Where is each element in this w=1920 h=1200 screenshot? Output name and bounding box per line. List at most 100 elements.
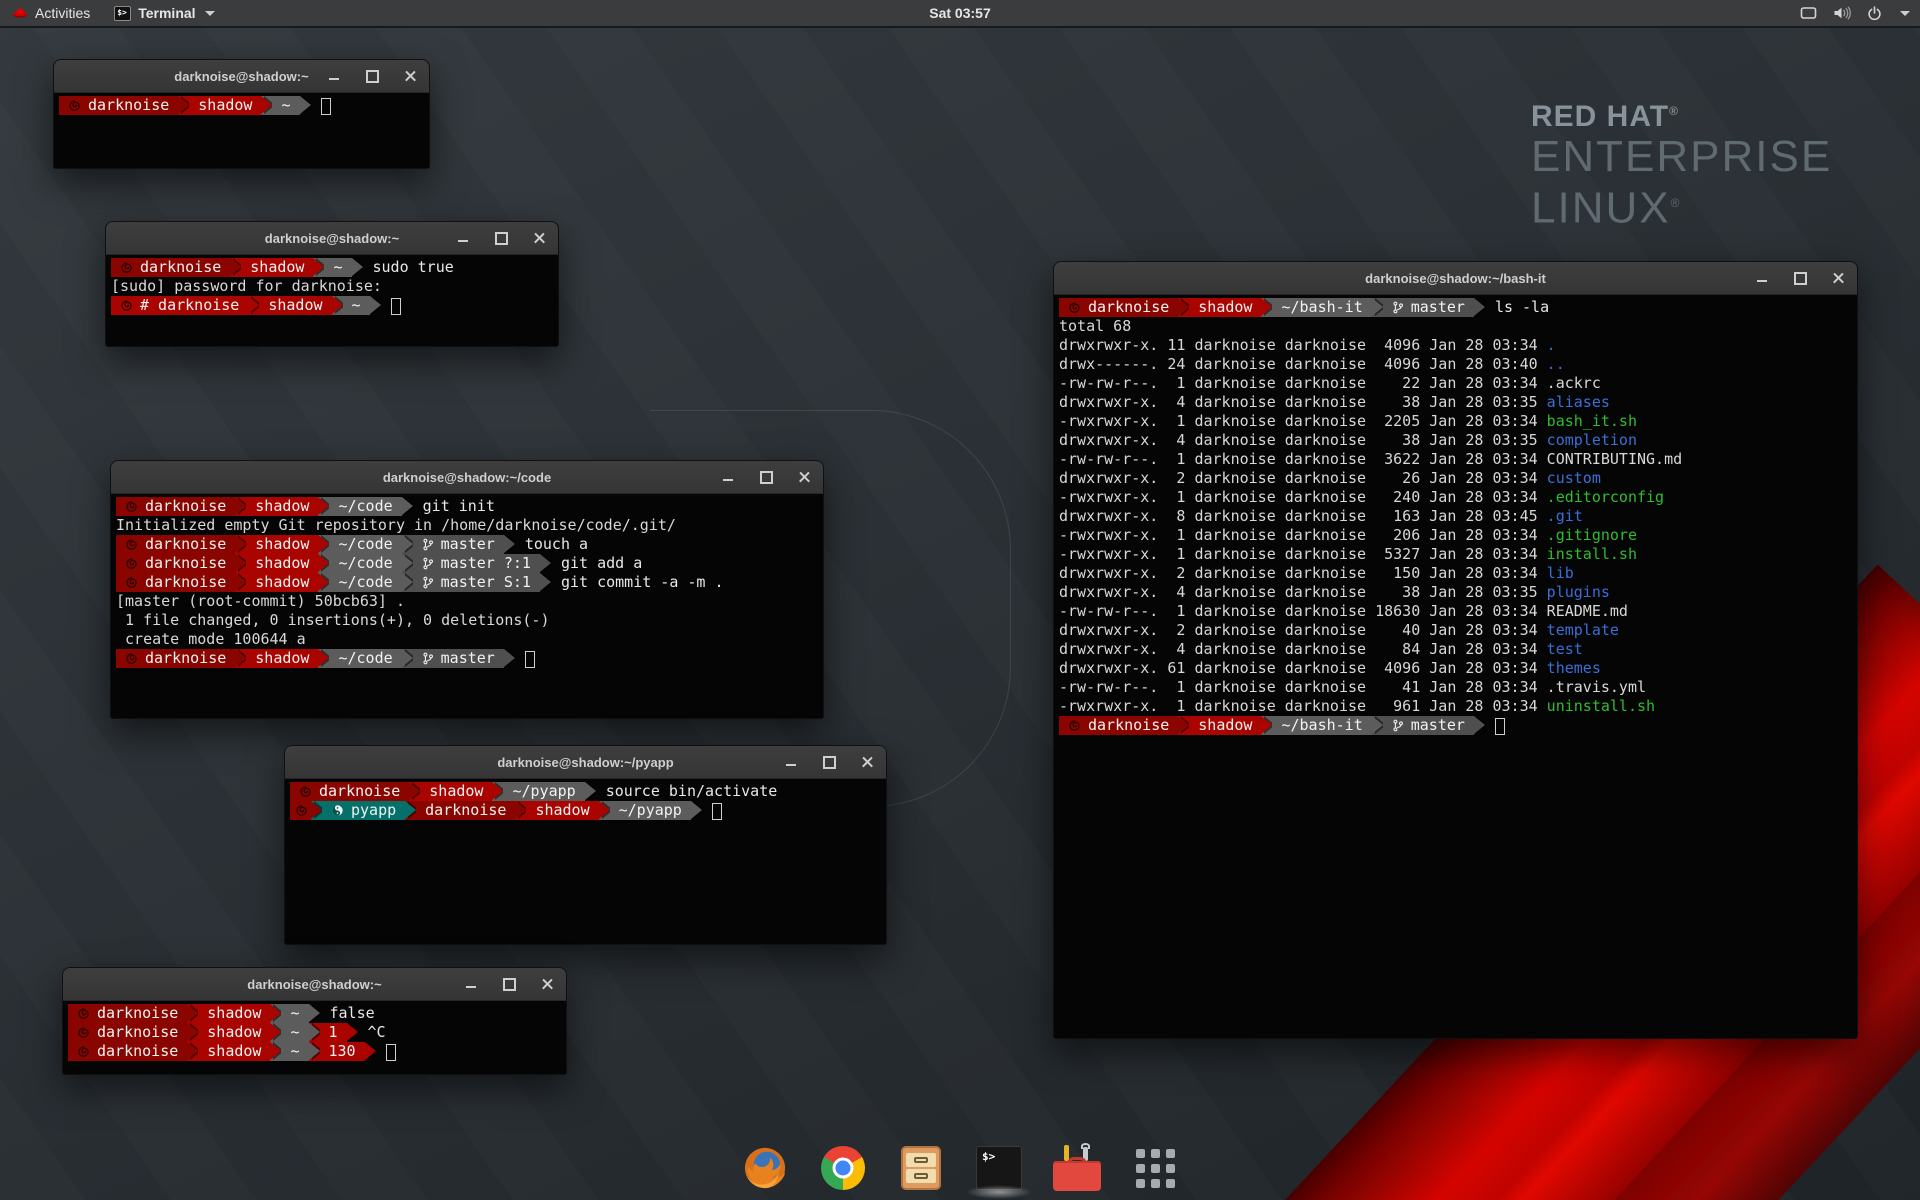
rhel-brand-logo: RED HAT® ENTERPRISE LINUX® — [1531, 100, 1832, 232]
terminal-window: darknoise@shadow:~/pyapp darknoiseshadow… — [284, 745, 887, 945]
dock-terminal[interactable]: $> — [974, 1142, 1024, 1194]
powerline-separator — [332, 296, 343, 315]
powerline-separator — [270, 1023, 281, 1042]
prompt-segment-path: ~/pyapp — [503, 782, 584, 801]
terminal-content[interactable]: darknoiseshadow~ — [54, 93, 429, 168]
powerline-separator — [311, 801, 322, 820]
command-text: git commit -a -m . — [551, 573, 724, 592]
prompt-segment-user: darknoise — [68, 1042, 187, 1061]
terminal-content[interactable]: darknoiseshadow~/pyappsource bin/activat… — [285, 779, 886, 944]
minimize-button[interactable] — [464, 977, 478, 991]
terminal-prompt-line: darknoiseshadow~/bash-itmasterls -la — [1059, 298, 1857, 317]
minimize-button[interactable] — [784, 755, 798, 769]
terminal-output-line: -rw-rw-r--. 1 darknoise darknoise 41 Jan… — [1059, 678, 1857, 697]
prompt-segment-user: darknoise — [116, 535, 235, 554]
powerline-separator — [235, 649, 246, 668]
prompt-glyph-icon — [295, 803, 308, 818]
powerline-separator — [540, 573, 551, 592]
minimize-button[interactable] — [327, 69, 341, 83]
terminal-app-icon: $> — [114, 6, 131, 21]
minimize-button[interactable] — [1755, 271, 1769, 285]
close-button[interactable] — [532, 231, 546, 245]
power-icon[interactable] — [1867, 6, 1882, 21]
terminal-prompt-line: darknoiseshadow~ — [59, 96, 429, 115]
terminal-output-line: drwxrwxr-x. 11 darknoise darknoise 4096 … — [1059, 336, 1857, 355]
dock-chrome[interactable] — [818, 1142, 868, 1194]
minimize-button[interactable] — [456, 231, 470, 245]
close-button[interactable] — [403, 69, 417, 83]
powerline-separator — [187, 1042, 198, 1061]
terminal-content[interactable]: darknoiseshadow~sudo true[sudo] password… — [106, 255, 558, 346]
git-branch-icon — [422, 556, 434, 571]
maximize-button[interactable] — [759, 470, 773, 484]
dock-toolbox[interactable] — [1052, 1142, 1102, 1194]
close-button[interactable] — [797, 470, 811, 484]
terminal-prompt-line: # darknoiseshadow~ — [111, 296, 558, 315]
dock-show-applications[interactable] — [1130, 1142, 1180, 1194]
window-titlebar[interactable]: darknoise@shadow:~ — [63, 968, 566, 1001]
chevron-down-icon — [205, 11, 215, 16]
close-button[interactable] — [540, 977, 554, 991]
redhat-logo-icon — [12, 5, 28, 22]
maximize-button[interactable] — [822, 755, 836, 769]
prompt-segment-path: ~ — [281, 1023, 308, 1042]
powerline-separator — [261, 96, 272, 115]
terminal-output-line: drwxrwxr-x. 8 darknoise darknoise 163 Ja… — [1059, 507, 1857, 526]
dock-files[interactable] — [896, 1142, 946, 1194]
window-titlebar[interactable]: darknoise@shadow:~/code — [111, 461, 823, 494]
maximize-button[interactable] — [365, 69, 379, 83]
dock-firefox[interactable] — [740, 1142, 790, 1194]
powerline-separator — [235, 535, 246, 554]
terminal-output-line: -rw-rw-r--. 1 darknoise darknoise 18630 … — [1059, 602, 1857, 621]
app-menu-button[interactable]: $> Terminal — [102, 0, 226, 26]
terminal-content[interactable]: darknoiseshadow~/bash-itmasterls -latota… — [1054, 295, 1857, 1038]
maximize-button[interactable] — [494, 231, 508, 245]
maximize-button[interactable] — [502, 977, 516, 991]
terminal-output-line: drwxrwxr-x. 61 darknoise darknoise 4096 … — [1059, 659, 1857, 678]
clock[interactable]: Sat 03:57 — [929, 5, 990, 21]
powerline-separator — [248, 296, 259, 315]
maximize-icon — [366, 70, 379, 83]
close-button[interactable] — [860, 755, 874, 769]
powerline-separator — [540, 554, 551, 573]
prompt-segment-path: ~/bash-it — [1272, 298, 1371, 317]
terminal-content[interactable]: darknoiseshadow~/codegit initInitialized… — [111, 494, 823, 718]
prompt-segment-path: ~/code — [329, 497, 401, 516]
volume-icon[interactable] — [1833, 6, 1851, 20]
prompt-segment-path: ~ — [272, 96, 299, 115]
prompt-segment-user: darknoise — [116, 554, 235, 573]
window-titlebar[interactable]: darknoise@shadow:~ — [106, 222, 558, 255]
terminal-prompt-line: darknoiseshadow~sudo true — [111, 258, 558, 277]
powerline-separator — [1178, 298, 1189, 317]
window-titlebar[interactable]: darknoise@shadow:~/bash-it — [1054, 262, 1857, 295]
app-menu-label: Terminal — [138, 5, 195, 21]
activities-button[interactable]: Activities — [0, 0, 102, 26]
command-text: git init — [413, 497, 495, 516]
minimize-icon — [1757, 280, 1767, 282]
chevron-down-icon[interactable] — [1900, 11, 1910, 16]
powerline-separator — [1474, 716, 1485, 735]
screen-icon[interactable] — [1800, 6, 1817, 20]
git-branch-icon — [422, 651, 434, 666]
prompt-segment-git: master — [1383, 716, 1474, 735]
minimize-button[interactable] — [721, 470, 735, 484]
powerline-separator — [504, 649, 515, 668]
powerline-separator — [309, 1042, 320, 1061]
terminal-prompt-line: darknoiseshadow~/pyappsource bin/activat… — [290, 782, 886, 801]
window-titlebar[interactable]: darknoise@shadow:~/pyapp — [285, 746, 886, 779]
terminal-output-line: -rwxrwxr-x. 1 darknoise darknoise 961 Ja… — [1059, 697, 1857, 716]
prompt-segment-git: master S:1 — [413, 573, 540, 592]
terminal-content[interactable]: darknoiseshadow~falsedarknoiseshadow~1^C… — [63, 1001, 566, 1074]
prompt-segment-git: master ?:1 — [413, 554, 540, 573]
prompt-glyph-icon — [125, 537, 138, 552]
minimize-icon — [723, 479, 733, 481]
powerline-separator — [402, 535, 413, 554]
prompt-glyph-icon — [1068, 718, 1081, 733]
maximize-button[interactable] — [1793, 271, 1807, 285]
window-titlebar[interactable]: darknoise@shadow:~ — [54, 60, 429, 93]
terminal-output-line: drwxrwxr-x. 4 darknoise darknoise 38 Jan… — [1059, 393, 1857, 412]
prompt-glyph-icon — [299, 784, 312, 799]
prompt-segment-user: darknoise — [68, 1023, 187, 1042]
prompt-segment-user: darknoise — [68, 1004, 187, 1023]
close-button[interactable] — [1831, 271, 1845, 285]
